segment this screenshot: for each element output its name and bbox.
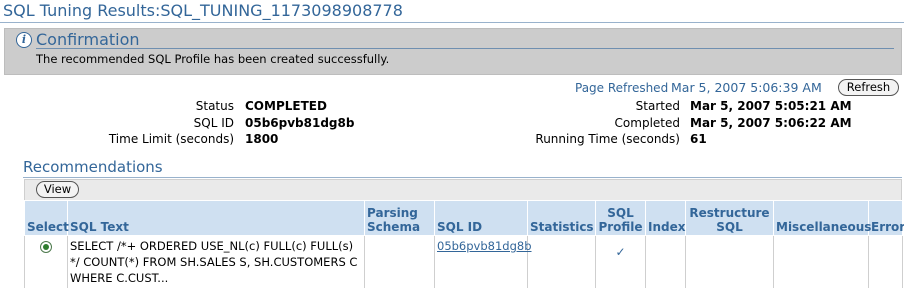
column-header-statistics: Statistics (527, 200, 596, 236)
column-header-sql-profile: SQL Profile (595, 200, 646, 236)
confirmation-box: i Confirmation The recommended SQL Profi… (4, 28, 902, 75)
sql-text-cell: SELECT /*+ ORDERED USE_NL(c) FULL(c) FUL… (67, 235, 365, 288)
parsing-schema-cell (364, 235, 435, 288)
column-header-miscellaneous: Miscellaneous (773, 200, 871, 236)
column-header-sql-id: SQL ID (434, 200, 528, 236)
recommendations-toolbar: View (24, 179, 902, 200)
error-cell (868, 235, 903, 288)
index-cell (645, 235, 686, 288)
page-title: SQL Tuning Results:SQL_TUNING_1173098908… (3, 1, 403, 20)
running-time-label: Running Time (seconds) (535, 132, 680, 146)
select-radio[interactable] (40, 241, 52, 253)
confirmation-heading: Confirmation (36, 30, 140, 49)
column-header-parsing-schema: Parsing Schema (364, 200, 435, 236)
refresh-button[interactable]: Refresh (838, 79, 899, 96)
time-limit-value: 1800 (245, 132, 279, 146)
info-icon: i (16, 32, 32, 48)
miscellaneous-cell (773, 235, 869, 288)
recommendations-divider (23, 177, 902, 178)
status-label: Status (195, 99, 234, 113)
column-header-error: Error (868, 200, 904, 236)
column-header-select: Select (24, 200, 69, 236)
sql-id-cell: 05b6pvb81dg8b (434, 235, 532, 288)
column-header-restructure-sql: Restructure SQL (685, 200, 774, 236)
started-value: Mar 5, 2007 5:05:21 AM (690, 99, 852, 113)
sql-id-label: SQL ID (193, 116, 234, 130)
restructure-sql-cell (685, 235, 774, 288)
checkmark-icon: ✓ (615, 245, 626, 259)
select-cell (24, 235, 68, 288)
time-limit-label: Time Limit (seconds) (108, 132, 234, 146)
column-header-index: Index (645, 200, 686, 236)
confirmation-divider (36, 48, 894, 49)
recommendations-heading: Recommendations (23, 158, 163, 176)
view-button[interactable]: View (36, 181, 79, 198)
running-time-value: 61 (690, 132, 707, 146)
started-label: Started (635, 99, 680, 113)
completed-label: Completed (614, 116, 680, 130)
completed-value: Mar 5, 2007 5:06:22 AM (690, 116, 852, 130)
recommendations-table: Select SQL Text Parsing Schema SQL ID St… (24, 200, 904, 288)
page-refreshed-label: Page Refreshed (575, 81, 669, 95)
statistics-cell (527, 235, 596, 288)
sql-id-value: 05b6pvb81dg8b (245, 116, 355, 130)
page-refreshed-value: Mar 5, 2007 5:06:39 AM (671, 80, 822, 95)
status-value: COMPLETED (245, 99, 327, 113)
sql-id-link[interactable]: 05b6pvb81dg8b (437, 239, 532, 253)
sql-profile-cell: ✓ (595, 235, 646, 288)
column-header-sql-text: SQL Text (67, 200, 365, 236)
title-divider (0, 22, 904, 23)
confirmation-message: The recommended SQL Profile has been cre… (36, 52, 390, 66)
table-row: SELECT /*+ ORDERED USE_NL(c) FULL(c) FUL… (24, 235, 903, 288)
